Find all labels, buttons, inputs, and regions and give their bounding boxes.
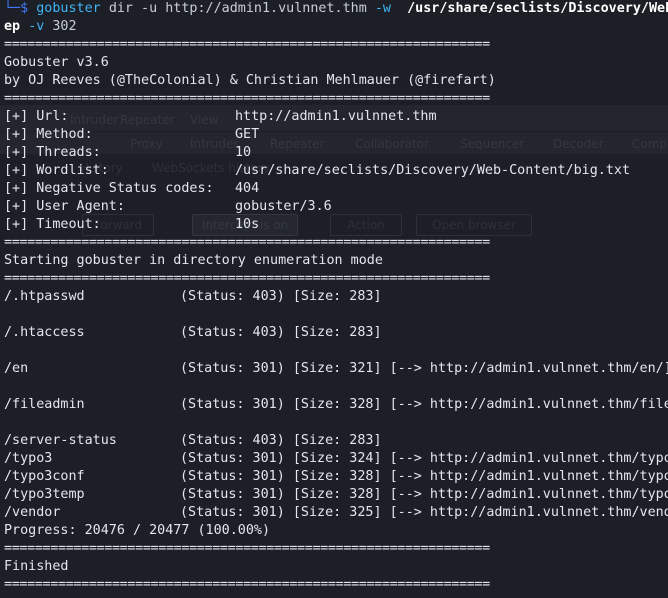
- config-value: 10s: [235, 217, 260, 232]
- config-key: [+] Negative Status codes:: [4, 181, 214, 196]
- command-name: gobuster: [36, 1, 101, 16]
- result-status: (Status: 301): [180, 505, 285, 520]
- result-redirect: [--> http://admin1.vulnnet.thm/file: [389, 397, 668, 412]
- command-flag-v: -v: [28, 19, 45, 34]
- result-row: /typo3conf (Status: 301) [Size: 328] [-->…: [4, 468, 668, 486]
- result-status: (Status: 301): [180, 397, 285, 412]
- result-status: (Status: 301): [180, 361, 285, 376]
- result-row: /typo3temp (Status: 301) [Size: 328] [-->…: [4, 486, 668, 504]
- result-size: [Size: 328]: [292, 487, 382, 502]
- result-path: /vendor: [4, 505, 61, 520]
- result-row: /server-status (Status: 403) [Size: 283]: [4, 432, 668, 450]
- start-message: Starting gobuster in directory enumerati…: [4, 253, 383, 268]
- result-status: (Status: 403): [180, 325, 285, 340]
- config-key: [+] Method:: [4, 127, 93, 142]
- result-path: /typo3conf: [4, 469, 85, 484]
- result-size: [Size: 321]: [292, 361, 382, 376]
- config-value: 404: [235, 181, 260, 196]
- config-row: [+] User Agent: gobuster/3.6: [4, 198, 668, 216]
- config-value: /usr/share/seclists/Discovery/Web-Conten…: [235, 163, 631, 178]
- separator: ========================================…: [4, 271, 490, 286]
- result-row: /en (Status: 301) [Size: 321] [--> http:/…: [4, 360, 668, 378]
- config-value: gobuster/3.6: [235, 199, 332, 214]
- result-redirect: [--> http://admin1.vulnnet.thm/typo: [389, 487, 668, 502]
- config-key: [+] Wordlist:: [4, 163, 109, 178]
- terminal-output[interactable]: └─$ gobuster dir -u http://admin1.vulnne…: [4, 0, 668, 594]
- prompt-symbol: └─$: [4, 1, 29, 16]
- result-row: /typo3 (Status: 301) [Size: 324] [--> htt…: [4, 450, 668, 468]
- result-path: /en: [4, 361, 29, 376]
- result-status: (Status: 403): [180, 433, 285, 448]
- separator: ========================================…: [4, 541, 490, 556]
- result-path: /.htaccess: [4, 325, 85, 340]
- finished-message: Finished: [4, 559, 69, 574]
- result-size: [Size: 328]: [292, 469, 382, 484]
- result-status: (Status: 301): [180, 451, 285, 466]
- result-path: /server-status: [4, 433, 117, 448]
- result-row: /fileadmin (Status: 301) [Size: 328] [-->…: [4, 396, 668, 414]
- command-line-continued: ep -v 302: [4, 18, 668, 36]
- result-path: /typo3temp: [4, 487, 85, 502]
- result-blank-row: [4, 378, 668, 396]
- result-status: (Status: 403): [180, 289, 285, 304]
- banner-title: Gobuster v3.6: [4, 55, 109, 70]
- result-redirect: [--> http://admin1.vulnnet.thm/vend: [389, 505, 668, 520]
- result-size: [Size: 283]: [292, 325, 382, 340]
- config-row: [+] Method: GET: [4, 126, 668, 144]
- config-row: [+] Wordlist: /usr/share/seclists/Discove…: [4, 162, 668, 180]
- config-key: [+] Url:: [4, 109, 69, 124]
- results-block: /.htpasswd (Status: 403) [Size: 283]/.hta…: [4, 288, 668, 522]
- config-row: [+] Timeout: 10s: [4, 216, 668, 234]
- command-flag-v-value: 302: [52, 19, 77, 34]
- result-size: [Size: 328]: [292, 397, 382, 412]
- separator: ========================================…: [4, 577, 490, 592]
- result-redirect: [--> http://admin1.vulnnet.thm/typo: [389, 451, 668, 466]
- result-row: /vendor (Status: 301) [Size: 325] [--> ht…: [4, 504, 668, 522]
- separator: ========================================…: [4, 91, 490, 106]
- config-row: [+] Threads: 10: [4, 144, 668, 162]
- config-value: GET: [235, 127, 260, 142]
- config-row: [+] Negative Status codes: 404: [4, 180, 668, 198]
- result-path: /.htpasswd: [4, 289, 85, 304]
- result-size: [Size: 283]: [292, 433, 382, 448]
- result-redirect: [--> http://admin1.vulnnet.thm/en/]: [389, 361, 668, 376]
- result-path: /typo3: [4, 451, 53, 466]
- result-redirect: [--> http://admin1.vulnnet.thm/typo: [389, 469, 668, 484]
- result-path: /fileadmin: [4, 397, 85, 412]
- config-row: [+] Url: http://admin1.vulnnet.thm: [4, 108, 668, 126]
- config-value: 10: [235, 145, 252, 160]
- command-wordlist: /usr/share/seclists/Discovery/Web: [407, 1, 668, 16]
- banner-authors: by OJ Reeves (@TheColonial) & Christian …: [4, 73, 496, 88]
- result-blank-row: [4, 414, 668, 432]
- command-args: dir -u http://admin1.vulnnet.thm: [108, 1, 367, 16]
- config-key: [+] Timeout:: [4, 217, 101, 232]
- config-key: [+] Threads:: [4, 145, 101, 160]
- result-row: /.htaccess (Status: 403) [Size: 283]: [4, 324, 668, 342]
- result-row: /.htpasswd (Status: 403) [Size: 283]: [4, 288, 668, 306]
- command-flag-w: -w: [374, 1, 391, 16]
- result-size: [Size: 283]: [292, 289, 382, 304]
- result-status: (Status: 301): [180, 469, 285, 484]
- separator: ========================================…: [4, 235, 490, 250]
- result-blank-row: [4, 342, 668, 360]
- separator: ========================================…: [4, 37, 490, 52]
- result-size: [Size: 324]: [292, 451, 382, 466]
- config-key: [+] User Agent:: [4, 199, 125, 214]
- command-wordlist-tail: ep: [4, 19, 21, 34]
- config-block: [+] Url: http://admin1.vulnnet.thm [+] Met…: [4, 108, 668, 234]
- result-status: (Status: 301): [180, 487, 285, 502]
- command-line: └─$ gobuster dir -u http://admin1.vulnne…: [4, 0, 668, 18]
- result-size: [Size: 325]: [292, 505, 382, 520]
- config-value: http://admin1.vulnnet.thm: [235, 109, 437, 124]
- result-blank-row: [4, 306, 668, 324]
- progress-line: Progress: 20476 / 20477 (100.00%): [4, 523, 271, 538]
